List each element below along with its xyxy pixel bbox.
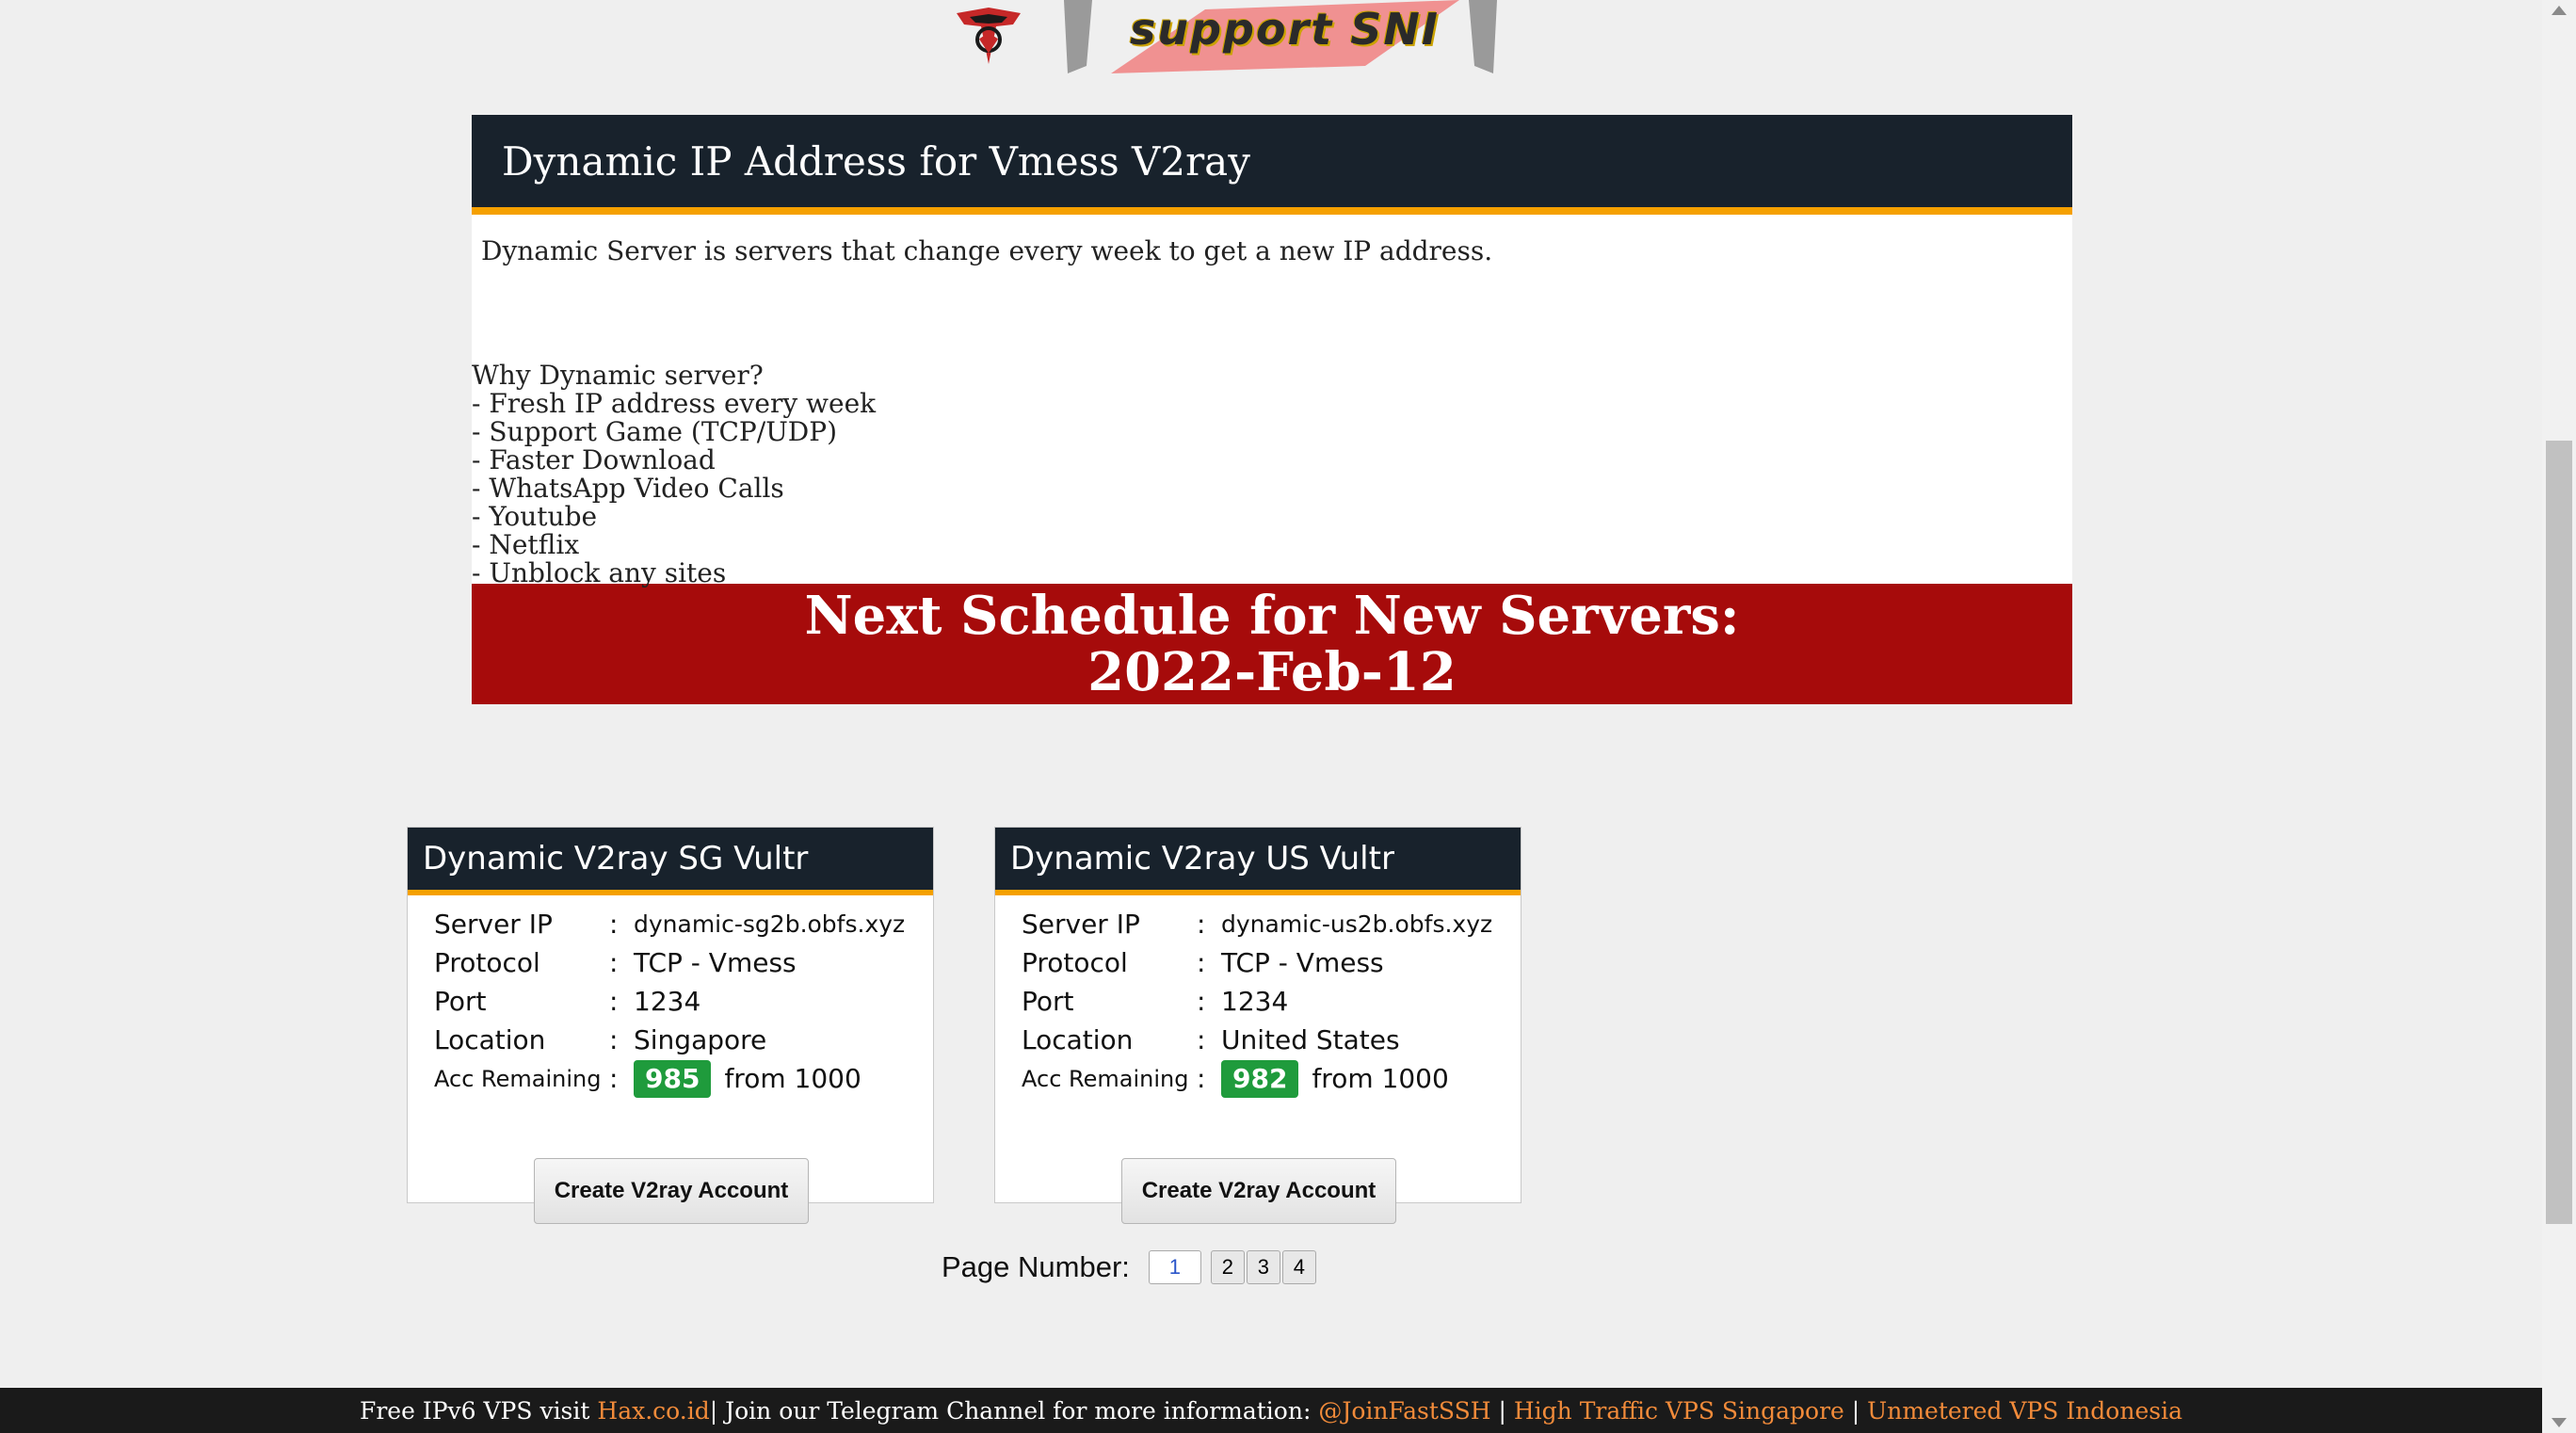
- why-item: - Fresh IP address every week: [472, 388, 877, 419]
- scrollbar[interactable]: [2542, 0, 2576, 1433]
- row-protocol: Protocol : TCP - Vmess: [1022, 943, 1521, 982]
- page-button-4[interactable]: 4: [1281, 1250, 1316, 1284]
- remaining-badge: 985: [634, 1059, 712, 1098]
- colon: :: [609, 909, 619, 940]
- footer-separator: |: [1490, 1396, 1514, 1425]
- label-server-ip: Server IP: [1022, 909, 1140, 940]
- remaining-badge: 982: [1221, 1059, 1299, 1098]
- protocol-value: TCP - Vmess: [1221, 947, 1384, 978]
- why-heading: Why Dynamic server?: [472, 360, 764, 391]
- banner-title: support SNI: [1130, 4, 1441, 55]
- row-acc-remaining: Acc Remaining : 985 from 1000: [434, 1059, 933, 1098]
- footer: Free IPv6 VPS visit Hax.co.id | Join our…: [0, 1388, 2542, 1433]
- schedule-banner: Next Schedule for New Servers: 2022-Feb-…: [472, 584, 2072, 704]
- schedule-date: 2022-Feb-12: [1087, 641, 1457, 703]
- row-server-ip: Server IP : dynamic-sg2b.obfs.xyz: [434, 905, 933, 943]
- colon: :: [609, 947, 619, 978]
- row-location: Location : United States: [1022, 1021, 1521, 1059]
- footer-separator: |: [1843, 1396, 1868, 1425]
- protocol-value: TCP - Vmess: [634, 947, 797, 978]
- port-value: 1234: [1221, 986, 1289, 1017]
- row-location: Location : Singapore: [434, 1021, 933, 1059]
- schedule-heading: Next Schedule for New Servers:: [804, 585, 1740, 647]
- label-protocol: Protocol: [1022, 947, 1128, 978]
- card-title: Dynamic V2ray US Vultr: [995, 828, 1521, 895]
- label-protocol: Protocol: [434, 947, 540, 978]
- create-v2ray-account-button[interactable]: Create V2ray Account: [1121, 1158, 1396, 1224]
- colon: :: [609, 1063, 619, 1094]
- row-port: Port : 1234: [434, 982, 933, 1021]
- acc-remaining-value: 982 from 1000: [1221, 1059, 1449, 1098]
- scrollbar-thumb[interactable]: [2546, 441, 2572, 1224]
- footer-link-hax[interactable]: Hax.co.id: [597, 1397, 709, 1425]
- footer-link-vps-singapore[interactable]: High Traffic VPS Singapore: [1514, 1397, 1844, 1425]
- page-button-2[interactable]: 2: [1210, 1250, 1245, 1284]
- panel-header: Dynamic IP Address for Vmess V2ray: [472, 115, 2072, 215]
- label-location: Location: [434, 1024, 546, 1055]
- why-item: - Support Game (TCP/UDP): [472, 416, 838, 447]
- why-item: - Youtube: [472, 501, 598, 532]
- colon: :: [1197, 947, 1206, 978]
- label-port: Port: [434, 986, 487, 1017]
- location-value: Singapore: [634, 1024, 767, 1055]
- location-value: United States: [1221, 1024, 1400, 1055]
- acc-remaining-value: 985 from 1000: [634, 1059, 861, 1098]
- label-acc-remaining: Acc Remaining: [434, 1065, 602, 1092]
- row-server-ip: Server IP : dynamic-us2b.obfs.xyz: [1022, 905, 1521, 943]
- why-item: - Unblock any sites: [472, 557, 727, 588]
- footer-link-vps-indonesia[interactable]: Unmetered VPS Indonesia: [1867, 1397, 2182, 1425]
- colon: :: [1197, 1063, 1206, 1094]
- why-item: - Faster Download: [472, 444, 716, 475]
- panel-description: Dynamic Server is servers that change ev…: [481, 235, 1493, 266]
- card-title: Dynamic V2ray SG Vultr: [408, 828, 933, 895]
- label-location: Location: [1022, 1024, 1134, 1055]
- row-acc-remaining: Acc Remaining : 982 from 1000: [1022, 1059, 1521, 1098]
- footer-text: Free IPv6 VPS visit: [359, 1396, 598, 1425]
- why-item: - WhatsApp Video Calls: [472, 473, 784, 504]
- colon: :: [609, 1024, 619, 1055]
- main-panel: Dynamic IP Address for Vmess V2ray Dynam…: [472, 115, 2072, 704]
- label-server-ip: Server IP: [434, 909, 553, 940]
- shield-logo-icon: [957, 8, 1021, 64]
- why-item: - Netflix: [472, 529, 580, 560]
- why-list: Why Dynamic server? - Fresh IP address e…: [472, 362, 876, 588]
- scroll-down-arrow-icon[interactable]: [2552, 1418, 2567, 1427]
- footer-link-telegram[interactable]: @JoinFastSSH: [1318, 1397, 1490, 1425]
- create-v2ray-account-button[interactable]: Create V2ray Account: [534, 1158, 809, 1224]
- remaining-total: from 1000: [1312, 1062, 1449, 1094]
- server-ip-value: dynamic-us2b.obfs.xyz: [1221, 910, 1493, 938]
- pagination: Page Number: 1 2 3 4: [942, 1250, 1318, 1284]
- port-value: 1234: [634, 986, 701, 1017]
- server-card-us: Dynamic V2ray US Vultr Server IP : dynam…: [994, 827, 1521, 1224]
- page-button-3[interactable]: 3: [1246, 1250, 1280, 1284]
- row-port: Port : 1234: [1022, 982, 1521, 1021]
- colon: :: [1197, 1024, 1206, 1055]
- page-number-label: Page Number:: [942, 1250, 1130, 1283]
- scroll-up-arrow-icon[interactable]: [2552, 6, 2567, 15]
- page-title: Dynamic IP Address for Vmess V2ray: [502, 137, 1250, 185]
- label-acc-remaining: Acc Remaining: [1022, 1065, 1189, 1092]
- colon: :: [609, 986, 619, 1017]
- remaining-total: from 1000: [724, 1062, 861, 1094]
- panel-body: Dynamic Server is servers that change ev…: [472, 215, 2072, 588]
- page-button-1[interactable]: 1: [1148, 1250, 1201, 1284]
- colon: :: [1197, 909, 1206, 940]
- row-protocol: Protocol : TCP - Vmess: [434, 943, 933, 982]
- footer-text: | Join our Telegram Channel for more inf…: [709, 1396, 1319, 1425]
- label-port: Port: [1022, 986, 1074, 1017]
- server-card-sg: Dynamic V2ray SG Vultr Server IP : dynam…: [407, 827, 934, 1224]
- server-ip-value: dynamic-sg2b.obfs.xyz: [634, 910, 906, 938]
- colon: :: [1197, 986, 1206, 1017]
